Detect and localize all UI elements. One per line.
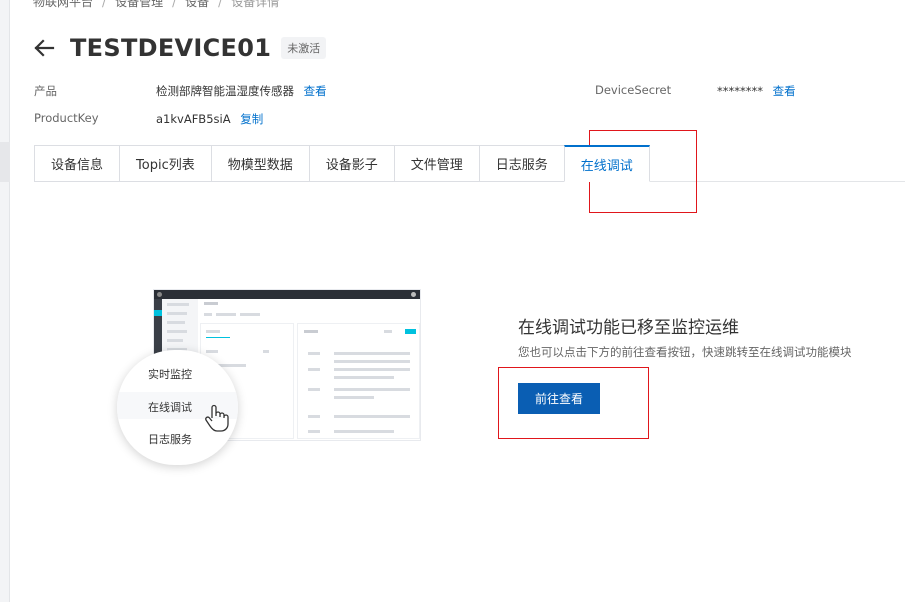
tab-thing-model-data[interactable]: 物模型数据 bbox=[210, 145, 309, 182]
tab-topic-list[interactable]: Topic列表 bbox=[119, 145, 211, 182]
popup-item-log-service: 日志服务 bbox=[148, 433, 192, 446]
popup-item-online-debug: 在线调试 bbox=[148, 401, 192, 414]
tab-bar: 设备信息 Topic列表 物模型数据 设备影子 文件管理 日志服务 在线调试 bbox=[34, 145, 650, 182]
product-view-link[interactable]: 查看 bbox=[304, 84, 327, 98]
breadcrumb-item-devices[interactable]: 设备 bbox=[185, 0, 209, 9]
device-secret-value: ******** bbox=[717, 84, 763, 98]
illustration-topbar bbox=[154, 290, 420, 299]
breadcrumb-item-iot-platform[interactable]: 物联网平台 bbox=[33, 0, 93, 9]
illustration-panel-right bbox=[297, 323, 420, 439]
product-label: 产品 bbox=[34, 84, 57, 98]
notice-subtitle: 您也可以点击下方的前往查看按钮，快速跳转至在线调试功能模块 bbox=[518, 345, 852, 359]
product-value-row: 检测部牌智能温湿度传感器 查看 bbox=[156, 83, 327, 99]
breadcrumb-item-device-management[interactable]: 设备管理 bbox=[115, 0, 163, 9]
device-secret-view-link[interactable]: 查看 bbox=[773, 84, 796, 98]
tab-file-management[interactable]: 文件管理 bbox=[393, 145, 479, 182]
illustration-title-bar bbox=[204, 302, 218, 305]
popup-item-realtime-monitor: 实时监控 bbox=[148, 368, 192, 381]
illustration-sidebar-active bbox=[154, 310, 162, 316]
left-rail-segment bbox=[0, 142, 10, 182]
notice-title: 在线调试功能已移至监控运维 bbox=[518, 318, 739, 338]
product-value: 检测部牌智能温湿度传感器 bbox=[156, 84, 294, 98]
go-view-button[interactable]: 前往查看 bbox=[518, 383, 600, 414]
tab-device-shadow[interactable]: 设备影子 bbox=[308, 145, 394, 182]
breadcrumb: 物联网平台 / 设备管理 / 设备 / 设备详情 bbox=[33, 0, 279, 10]
device-secret-row: ******** 查看 bbox=[717, 83, 796, 99]
status-badge: 未激活 bbox=[281, 37, 327, 59]
breadcrumb-current: 设备详情 bbox=[231, 0, 280, 9]
left-rail bbox=[0, 0, 10, 602]
title-row: TESTDEVICE01 未激活 bbox=[33, 31, 327, 65]
tab-device-info[interactable]: 设备信息 bbox=[34, 145, 120, 182]
productkey-row: a1kvAFB5siA 复制 bbox=[156, 111, 263, 127]
productkey-copy-link[interactable]: 复制 bbox=[240, 112, 263, 126]
device-secret-label: DeviceSecret bbox=[595, 83, 672, 97]
hand-pointer-icon bbox=[204, 403, 230, 433]
productkey-label: ProductKey bbox=[34, 111, 99, 125]
tab-log-service[interactable]: 日志服务 bbox=[478, 145, 564, 182]
tab-online-debug[interactable]: 在线调试 bbox=[563, 145, 650, 182]
productkey-value: a1kvAFB5siA bbox=[156, 112, 231, 126]
page-title: TESTDEVICE01 bbox=[70, 34, 272, 62]
back-arrow-icon[interactable] bbox=[33, 37, 55, 59]
